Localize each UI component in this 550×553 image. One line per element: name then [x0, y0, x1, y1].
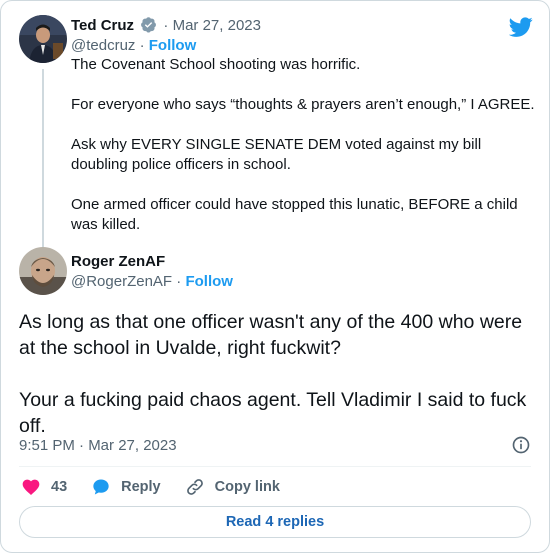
main-handle-line: @RogerZenAF · Follow [71, 272, 233, 292]
separator-dot: · [176, 273, 182, 290]
link-icon [186, 479, 203, 495]
avatar[interactable] [19, 247, 67, 295]
avatar[interactable] [19, 15, 67, 63]
author-handle[interactable]: @tedcruz [71, 37, 135, 54]
separator-dot: · [139, 37, 145, 54]
copy-link-label: Copy link [214, 479, 280, 495]
separator-dot: · [163, 17, 169, 34]
tweet-paragraph: Ask why EVERY SINGLE SENATE DEM voted ag… [71, 136, 482, 173]
reply-label: Reply [121, 479, 161, 495]
like-count: 43 [51, 479, 68, 495]
heart-icon [22, 479, 40, 495]
speech-bubble-icon [93, 479, 109, 495]
copy-link-button[interactable]: Copy link [185, 477, 280, 497]
author-name[interactable]: Ted Cruz [71, 17, 134, 34]
follow-button[interactable]: Follow [185, 273, 233, 290]
tweet-text: As long as that one officer wasn't any o… [19, 309, 539, 439]
author-name[interactable]: Roger ZenAF [71, 252, 165, 272]
tweet-paragraph: One armed officer could have stopped thi… [71, 196, 518, 233]
action-bar: 43 Reply Copy link [21, 475, 304, 499]
parent-handle-line: @tedcruz · Follow [71, 36, 196, 56]
tweet-paragraph: As long as that one officer wasn't any o… [19, 311, 523, 359]
author-handle[interactable]: @RogerZenAF [71, 273, 172, 290]
info-icon[interactable] [511, 435, 531, 455]
reply-button[interactable]: Reply [91, 477, 161, 497]
read-replies-button[interactable]: Read 4 replies [19, 506, 531, 538]
tweet-paragraph: Your a fucking paid chaos agent. Tell Vl… [19, 389, 527, 437]
like-button[interactable]: 43 [21, 477, 67, 497]
verified-badge-icon [141, 17, 157, 33]
tweet-paragraph: The Covenant School shooting was horrifi… [71, 56, 361, 73]
tweet-timestamp[interactable]: 9:51 PM · Mar 27, 2023 [19, 436, 177, 456]
tweet-date[interactable]: Mar 27, 2023 [173, 17, 261, 34]
parent-header: Ted Cruz · Mar 27, 2023 [71, 16, 261, 36]
follow-button[interactable]: Follow [149, 37, 197, 54]
tweet-paragraph: For everyone who says “thoughts & prayer… [71, 96, 535, 113]
avatar-image [19, 247, 67, 295]
thread-connector [42, 69, 44, 249]
avatar-image [19, 15, 67, 63]
tweet-embed-card: Ted Cruz · Mar 27, 2023 @tedcruz · Follo… [0, 0, 550, 553]
twitter-bird-icon[interactable] [509, 15, 533, 39]
divider [19, 466, 531, 467]
parent-tweet-text: The Covenant School shooting was horrifi… [71, 55, 541, 235]
